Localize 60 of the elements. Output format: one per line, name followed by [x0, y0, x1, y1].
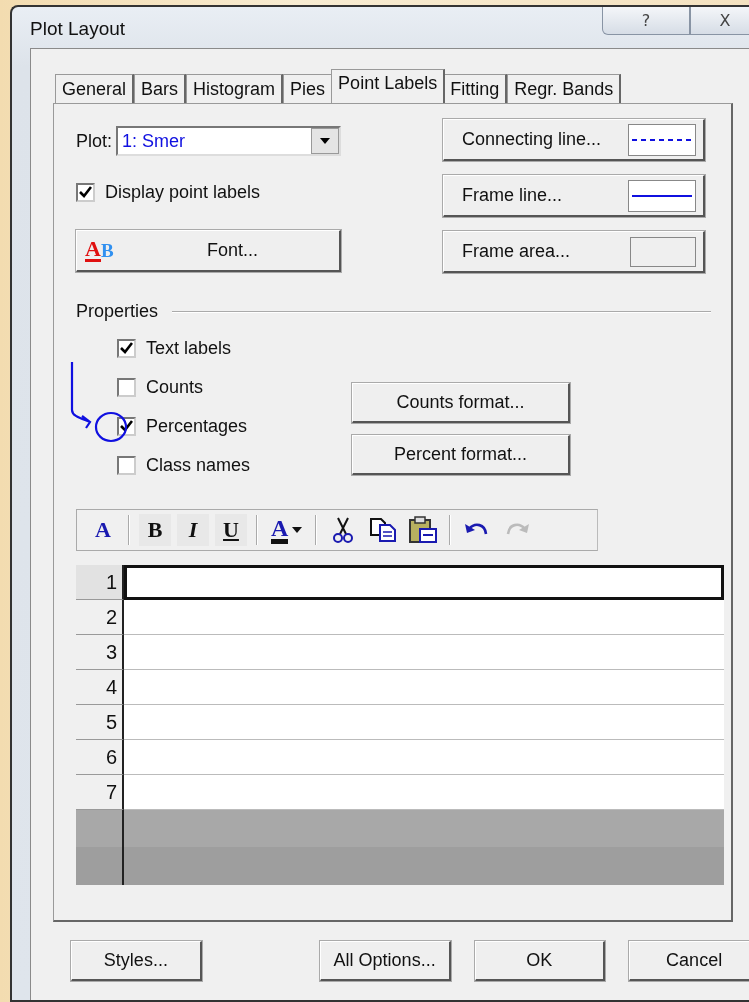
line-style-button[interactable]: Connecting line...: [443, 119, 705, 161]
font-color-button[interactable]: A: [267, 516, 307, 544]
tab[interactable]: Bars: [134, 74, 187, 103]
dashed-line-swatch: [628, 123, 696, 156]
row-number: 2: [76, 600, 124, 635]
area-swatch: [630, 236, 696, 267]
row-number: 5: [76, 705, 124, 740]
checkbox[interactable]: [117, 377, 136, 397]
checkbox-label: Percentages: [146, 415, 248, 437]
clipboard-icon: [408, 516, 439, 544]
window-title: Plot Layout: [30, 17, 126, 40]
dialog-button[interactable]: All Options...: [319, 941, 451, 981]
grid-cell[interactable]: [124, 705, 724, 740]
bold-button[interactable]: B: [139, 514, 171, 546]
underline-button[interactable]: U: [215, 514, 247, 546]
row-number: 4: [76, 670, 124, 705]
checkbox-label: Text labels: [146, 337, 232, 359]
grid-cell[interactable]: [124, 775, 724, 810]
caret-icon: [292, 527, 303, 533]
tab[interactable]: Pies: [283, 74, 334, 103]
font-button[interactable]: AB Font...: [76, 230, 341, 272]
tab[interactable]: Histogram: [186, 74, 284, 103]
copy-icon: [369, 517, 398, 543]
row-number: 7: [76, 775, 124, 810]
format-button[interactable]: Percent format...: [352, 435, 570, 475]
help-button[interactable]: ?: [602, 7, 690, 35]
solid-line-swatch: [628, 179, 696, 212]
section-title: Properties: [76, 301, 159, 322]
grid-cell[interactable]: [124, 565, 724, 600]
checkbox-label: Counts: [146, 376, 204, 398]
tab[interactable]: Point Labels: [331, 69, 446, 103]
dialog-button[interactable]: Styles...: [71, 941, 202, 981]
hand-drawn-circle: [94, 411, 128, 443]
grid-cell[interactable]: [124, 740, 724, 775]
tab[interactable]: General: [55, 74, 135, 103]
row-number: 3: [76, 635, 124, 670]
scissors-icon: [332, 516, 355, 544]
dialog-button[interactable]: OK: [474, 941, 606, 981]
italic-button[interactable]: I: [177, 514, 209, 546]
checkbox[interactable]: [117, 455, 136, 475]
close-button[interactable]: X: [690, 7, 749, 35]
checkbox[interactable]: [117, 338, 136, 358]
checkbox[interactable]: [76, 182, 95, 202]
checkbox-label: Class names: [146, 454, 251, 476]
row-number: 1: [76, 565, 124, 600]
grid-cell[interactable]: [124, 600, 724, 635]
row-number: 6: [76, 740, 124, 775]
grid-cell[interactable]: [124, 635, 724, 670]
grid-cell[interactable]: [124, 670, 724, 705]
dialog-button[interactable]: Cancel: [629, 941, 749, 981]
tab[interactable]: Fitting: [443, 74, 508, 103]
checkbox-label: Display point labels: [105, 181, 261, 203]
format-button[interactable]: Counts format...: [352, 383, 570, 423]
tab[interactable]: Regr. Bands: [507, 74, 622, 103]
plot-dropdown[interactable]: 1: Smer: [116, 126, 341, 156]
line-style-button[interactable]: Frame area...: [443, 231, 705, 273]
hand-drawn-arrow: [70, 360, 92, 430]
plot-label: Plot:: [76, 130, 113, 152]
font-button[interactable]: A: [87, 514, 119, 546]
line-style-button[interactable]: Frame line...: [443, 175, 705, 217]
